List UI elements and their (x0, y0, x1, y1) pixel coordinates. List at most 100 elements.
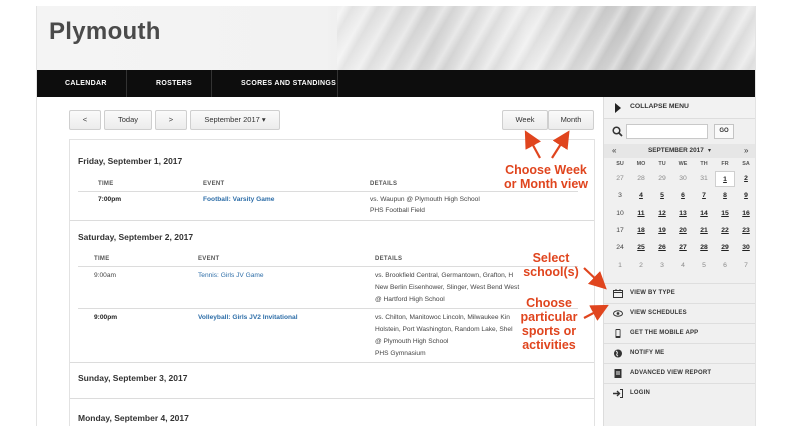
event-link[interactable]: Tennis: Girls JV Game (198, 270, 264, 281)
calendar-day[interactable]: 29 (652, 171, 672, 187)
calendar-day[interactable]: 24 (610, 240, 630, 256)
collapse-menu-button[interactable]: COLLAPSE MENU (604, 97, 755, 119)
calendar-day[interactable]: 6 (673, 188, 693, 204)
weekday-header: TH (700, 161, 708, 167)
calendar-day[interactable]: 27 (610, 171, 630, 187)
calendar-day[interactable]: 30 (673, 171, 693, 187)
nav-scores-standings[interactable]: SCORES AND STANDINGS (241, 70, 336, 97)
month-select[interactable]: September 2017 ▾ (190, 110, 280, 130)
calendar-day[interactable]: 7 (694, 188, 714, 204)
calendar-day[interactable]: 28 (694, 240, 714, 256)
calendar-day[interactable]: 21 (694, 223, 714, 239)
week-view-button[interactable]: Week (502, 110, 548, 130)
page-frame: Plymouth CALENDAR ROSTERS SCORES AND STA… (36, 6, 756, 426)
calendar-day[interactable]: 29 (715, 240, 735, 256)
collapse-menu-label: COLLAPSE MENU (630, 103, 689, 110)
sidebar-item-advanced-view-report[interactable]: ADVANCED VIEW REPORT (604, 363, 755, 382)
calendar-day[interactable]: 12 (652, 206, 672, 222)
event-details: PHS Football Field (370, 207, 425, 214)
calendar-day[interactable]: 1 (610, 258, 630, 274)
month-view-button[interactable]: Month (548, 110, 594, 130)
calendar-day[interactable]: 11 (631, 206, 651, 222)
nav-calendar[interactable]: CALENDAR (65, 70, 107, 97)
nav-separator (126, 70, 127, 97)
calendar-day[interactable]: 3 (610, 188, 630, 204)
annotation-text: school(s) (523, 265, 579, 279)
login-icon (613, 389, 623, 398)
calendar-day[interactable]: 4 (631, 188, 651, 204)
event-link[interactable]: Football: Varsity Game (203, 194, 274, 205)
nav-rosters[interactable]: ROSTERS (156, 70, 192, 97)
weekday-header: MO (636, 161, 646, 167)
calendar-day[interactable]: 8 (715, 188, 735, 204)
calendar-day[interactable]: 7 (736, 258, 755, 274)
calendar-day[interactable]: 4 (673, 258, 693, 274)
weekday-header: TU (658, 161, 666, 167)
sidebar: COLLAPSE MENU GO « SEPTEMBER 2017 ▾ » SU… (603, 97, 755, 426)
calendar-day[interactable]: 3 (652, 258, 672, 274)
weekday-header: WE (678, 161, 688, 167)
event-time: 9:00pm (94, 314, 118, 321)
divider (70, 362, 594, 363)
calendar-day[interactable]: 1 (715, 171, 735, 187)
site-title[interactable]: Plymouth (49, 18, 161, 46)
calendar-day[interactable]: 10 (610, 206, 630, 222)
calendar-day[interactable]: 2 (736, 171, 755, 187)
annotation-text: particular (520, 310, 578, 324)
sidebar-item-view-by-type[interactable]: VIEW BY TYPE (604, 283, 755, 302)
calendar-next-arrow[interactable]: » (744, 146, 748, 155)
event-details: PHS Gymnasium (375, 350, 426, 357)
calendar-day[interactable]: 30 (736, 240, 755, 256)
calendar-day[interactable]: 18 (631, 223, 651, 239)
calendar-prev-arrow[interactable]: « (612, 146, 616, 155)
nav-separator (211, 70, 212, 97)
search-row: GO (604, 119, 755, 143)
calendar-day[interactable]: 28 (631, 171, 651, 187)
event-details: @ Hartford High School (375, 296, 445, 303)
search-input[interactable] (626, 124, 708, 139)
calendar-day[interactable]: 22 (715, 223, 735, 239)
globe-icon (614, 349, 622, 358)
calendar-day[interactable]: 20 (673, 223, 693, 239)
annotation-text: Choose Week (505, 163, 587, 177)
divider (70, 398, 594, 399)
calendar-day[interactable]: 13 (673, 206, 693, 222)
calendar-day[interactable]: 27 (673, 240, 693, 256)
divider (70, 220, 594, 221)
calendar-icon (613, 289, 623, 298)
go-button[interactable]: GO (714, 124, 734, 139)
calendar-day[interactable]: 15 (715, 206, 735, 222)
calendar-day[interactable]: 16 (736, 206, 755, 222)
caret-down-icon: ▾ (261, 115, 266, 124)
calendar-day[interactable]: 5 (652, 188, 672, 204)
event-link[interactable]: Volleyball: Girls JV2 Invitational (198, 312, 298, 323)
calendar-day[interactable]: 31 (694, 171, 714, 187)
sidebar-item-view-schedules[interactable]: VIEW SCHEDULES (604, 303, 755, 322)
calendar-day[interactable]: 5 (694, 258, 714, 274)
calendar-day[interactable]: 2 (631, 258, 651, 274)
event-details: vs. Chilton, Manitowoc Lincoln, Milwauke… (375, 314, 510, 321)
today-button[interactable]: Today (104, 110, 152, 130)
calendar-day[interactable]: 6 (715, 258, 735, 274)
calendar-day[interactable]: 17 (610, 223, 630, 239)
sidebar-item-notify-me[interactable]: NOTIFY ME (604, 343, 755, 362)
annotation-text: activities (522, 338, 576, 352)
column-header-event: EVENT (198, 256, 220, 262)
calendar-day[interactable]: 19 (652, 223, 672, 239)
divider (78, 266, 578, 267)
day-heading: Friday, September 1, 2017 (78, 156, 183, 166)
calendar-month-label[interactable]: SEPTEMBER 2017 (648, 147, 704, 154)
calendar-day[interactable]: 25 (631, 240, 651, 256)
next-button[interactable]: > (155, 110, 187, 130)
play-icon (615, 103, 621, 113)
event-details: @ Plymouth High School (375, 338, 449, 345)
sidebar-item-get-mobile-app[interactable]: GET THE MOBILE APP (604, 323, 755, 342)
prev-button[interactable]: < (69, 110, 101, 130)
event-details: vs. Waupun @ Plymouth High School (370, 196, 480, 203)
calendar-day[interactable]: 9 (736, 188, 755, 204)
calendar-day[interactable]: 23 (736, 223, 755, 239)
sidebar-item-login[interactable]: LOGIN (604, 383, 755, 402)
calendar-day[interactable]: 14 (694, 206, 714, 222)
calendar-day[interactable]: 26 (652, 240, 672, 256)
weekday-header: SU (616, 161, 624, 167)
